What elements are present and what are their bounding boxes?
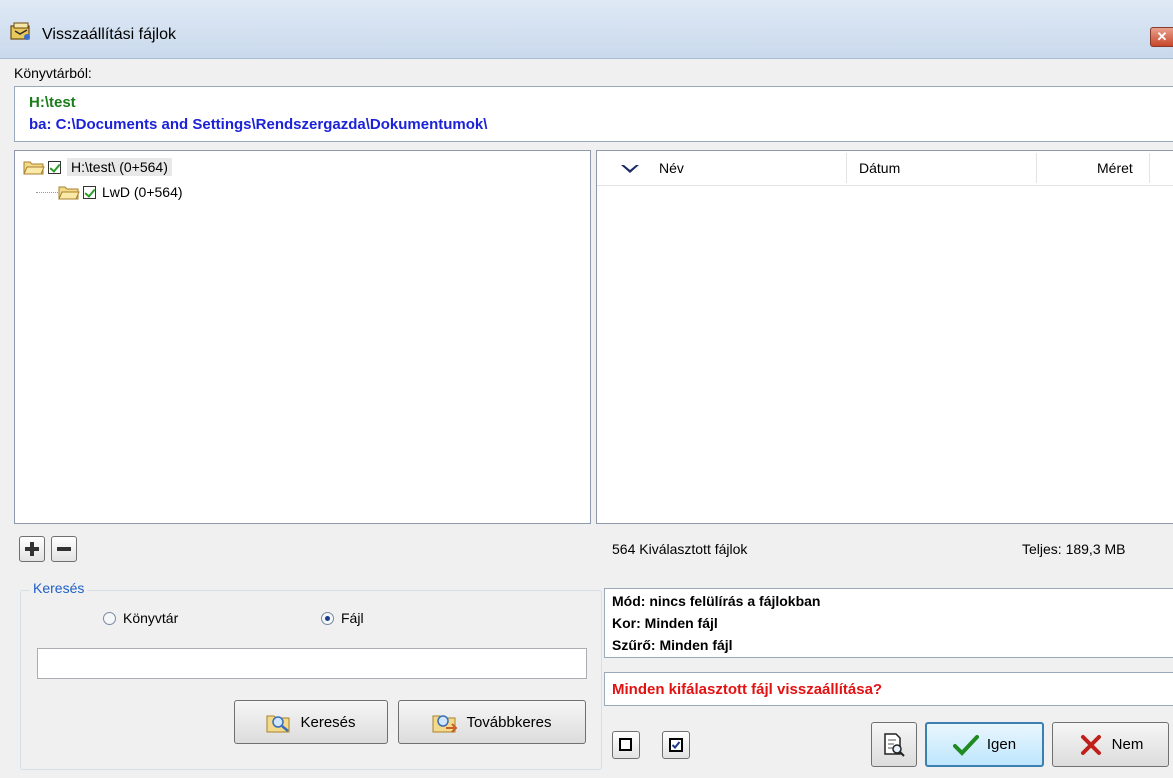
question-text: Minden kifálasztott fájl visszaállítása? — [612, 681, 883, 698]
column-separator[interactable] — [1149, 153, 1150, 183]
window-title: Visszaállítási fájlok — [42, 26, 176, 43]
folder-search-next-icon — [432, 715, 458, 733]
restore-app-icon — [10, 22, 30, 40]
check-icon — [952, 734, 979, 756]
yes-button[interactable]: Igen — [925, 722, 1044, 767]
tree-checkbox[interactable] — [48, 160, 61, 174]
settings-info: Mód: nincs felülírás a fájlokban Kor: Mi… — [604, 588, 1173, 658]
search-button[interactable]: Keresés — [234, 700, 388, 744]
search-button-label: Keresés — [300, 713, 356, 731]
folder-search-icon — [266, 715, 290, 733]
empty-checkbox-icon — [619, 738, 632, 751]
file-list-header: Név Dátum Méret — [597, 151, 1173, 186]
source-label: Könyvtárból: — [14, 65, 92, 81]
radio-directory-label[interactable]: Könyvtár — [123, 610, 178, 626]
checked-checkbox-icon — [669, 738, 683, 752]
tree-item-lwd[interactable]: LwD (0+564) — [28, 181, 183, 203]
path-box: H:\test ba: C:\Documents and Settings\Re… — [14, 86, 1173, 142]
select-all-button[interactable] — [662, 731, 690, 759]
tree-connector — [36, 191, 58, 193]
expand-arrow-icon[interactable] — [28, 187, 34, 197]
total-size: Teljes: 189,3 MB — [1022, 541, 1126, 557]
search-next-button-label: Továbbkeres — [466, 713, 552, 731]
info-age: Kor: Minden fájl — [612, 615, 718, 631]
no-button[interactable]: Nem — [1052, 722, 1169, 767]
preview-button[interactable] — [871, 722, 917, 767]
title-bar: Visszaállítási fájlok ✕ — [0, 0, 1173, 59]
restore-question: Minden kifálasztott fájl visszaállítása? — [604, 672, 1173, 706]
yes-button-label: Igen — [986, 736, 1017, 753]
column-name[interactable]: Név — [659, 151, 684, 185]
file-list[interactable]: Név Dátum Méret — [596, 150, 1173, 524]
folder-icon — [58, 186, 80, 200]
column-separator[interactable] — [1036, 153, 1037, 183]
search-input[interactable] — [37, 648, 587, 679]
radio-directory[interactable] — [103, 612, 116, 625]
radio-file-label[interactable]: Fájl — [341, 610, 364, 626]
search-next-button[interactable]: Továbbkeres — [398, 700, 586, 744]
tree-checkbox[interactable] — [83, 185, 96, 199]
column-size[interactable]: Méret — [1097, 151, 1133, 185]
sort-desc-icon[interactable] — [621, 165, 639, 173]
close-button[interactable]: ✕ — [1150, 27, 1173, 47]
selected-count: 564 Kiválasztott fájlok — [612, 541, 748, 557]
column-date[interactable]: Dátum — [859, 151, 900, 185]
close-icon: ✕ — [1156, 29, 1168, 44]
no-button-label: Nem — [1111, 736, 1144, 753]
expand-all-button[interactable] — [19, 536, 45, 562]
document-search-icon — [884, 732, 905, 757]
tree-item-label: LwD (0+564) — [102, 184, 183, 200]
cross-icon — [1080, 734, 1101, 755]
radio-file[interactable] — [321, 612, 334, 625]
tree-item-label: H:\test\ (0+564) — [67, 158, 172, 176]
folder-open-icon — [23, 161, 45, 175]
tree-item-root[interactable]: H:\test\ (0+564) — [23, 156, 172, 178]
info-mode: Mód: nincs felülírás a fájlokban — [612, 593, 821, 609]
info-filter: Szűrő: Minden fájl — [612, 637, 733, 653]
folder-tree[interactable]: H:\test\ (0+564) LwD (0+564) — [14, 150, 591, 524]
select-none-button[interactable] — [612, 731, 640, 759]
path-from: H:\test — [29, 94, 76, 111]
column-separator[interactable] — [846, 153, 847, 183]
collapse-all-button[interactable] — [51, 536, 77, 562]
search-group-title: Keresés — [30, 580, 88, 596]
path-to: ba: C:\Documents and Settings\Rendszerga… — [29, 116, 488, 133]
